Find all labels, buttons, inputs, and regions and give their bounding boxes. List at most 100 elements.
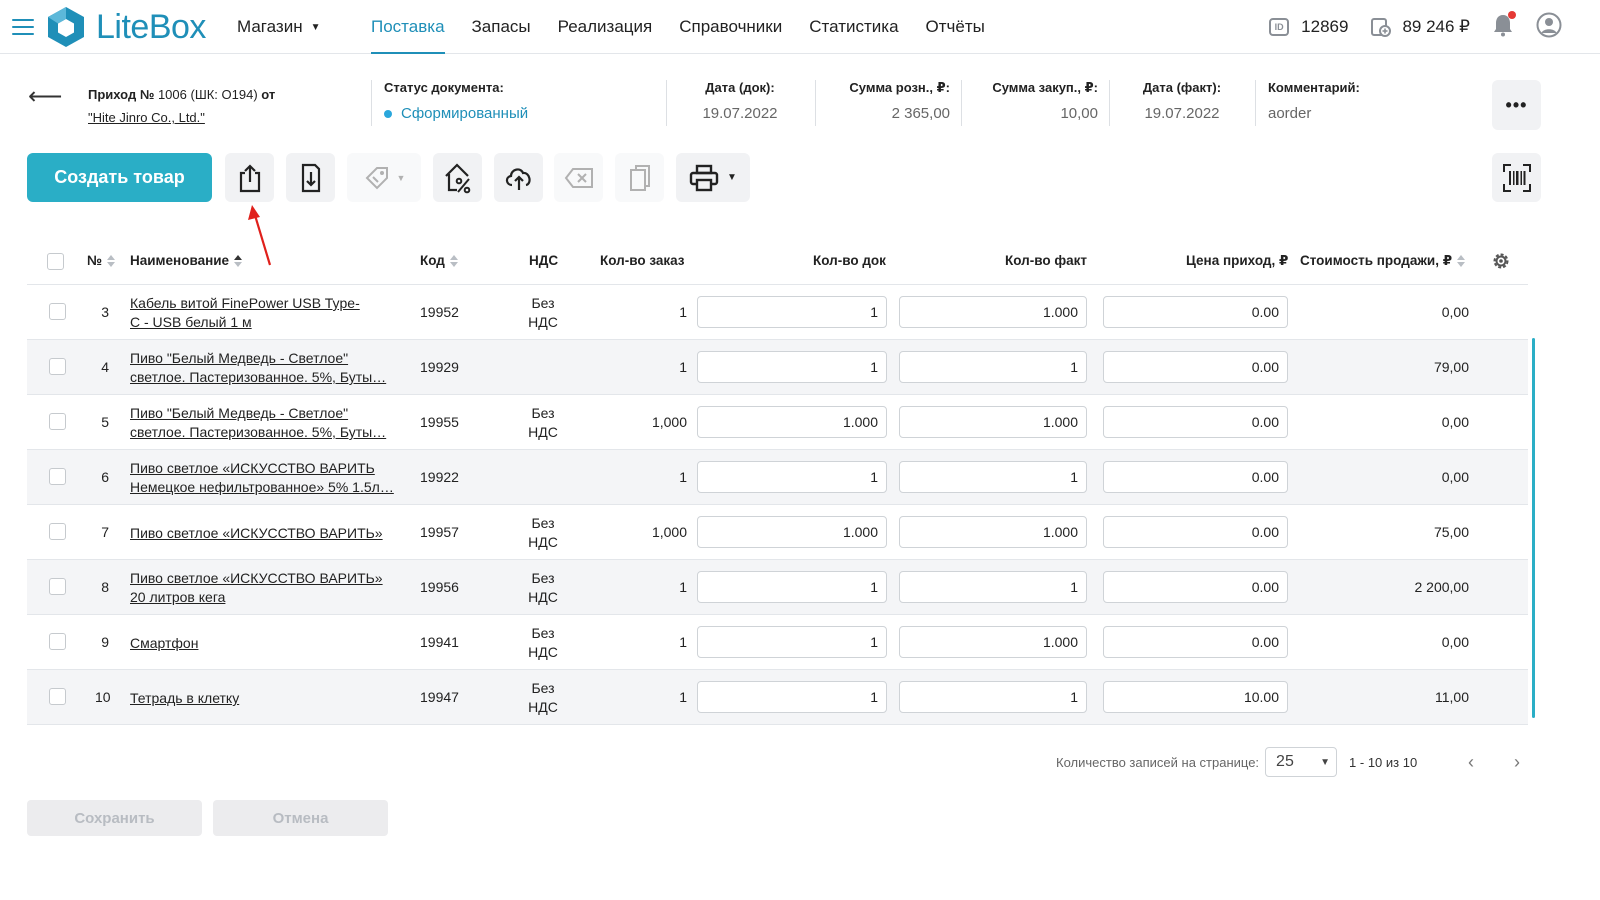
scrollbar[interactable] [1532,338,1535,718]
cell-num: 3 [101,304,109,320]
backspace-icon [564,167,593,188]
table-row: 10 Тетрадь в клетку 19947 Без НДС 1 1 1 10.00 11,… [27,670,1528,725]
qty-doc-input[interactable]: 1.000 [697,516,887,548]
nav-references[interactable]: Справочники [679,0,782,54]
barcode-scan-button[interactable] [1492,153,1541,202]
price-in-input[interactable]: 0.00 [1103,516,1288,548]
qty-fact-input[interactable]: 1 [899,571,1087,603]
nav-sales[interactable]: Реализация [558,0,653,54]
nav-stock[interactable]: Запасы [472,0,531,54]
qty-fact-input[interactable]: 1.000 [899,406,1087,438]
select-all-checkbox[interactable] [47,253,64,270]
save-button[interactable]: Сохранить [27,800,202,836]
notifications-button[interactable] [1492,10,1516,42]
supplier-link[interactable]: "Hite Jinro Co., Ltd." [88,110,205,125]
table-settings-button[interactable] [1491,251,1511,271]
cell-qty-order: 1 [679,469,687,485]
qty-doc-input[interactable]: 1 [697,681,887,713]
cell-vat: Без НДС [517,514,569,552]
back-arrow-icon[interactable]: ⟵ [28,82,62,111]
col-name[interactable]: Наименование [130,253,243,268]
qty-fact-input[interactable]: 1.000 [899,626,1087,658]
row-checkbox[interactable] [49,413,66,430]
prev-page-icon[interactable]: ‹ [1468,752,1474,773]
doc-title-prefix: Приход № [88,87,155,102]
row-checkbox[interactable] [49,358,66,375]
copy-button[interactable] [615,153,664,202]
nav-supply[interactable]: Поставка [371,0,445,54]
print-button[interactable]: ▼ [676,153,750,202]
qty-fact-input[interactable]: 1.000 [899,296,1087,328]
more-actions-button[interactable]: ••• [1492,80,1541,130]
qty-doc-input[interactable]: 1 [697,461,887,493]
cell-qty-order: 1 [679,689,687,705]
profile-button[interactable] [1536,12,1562,43]
price-in-input[interactable]: 0.00 [1103,351,1288,383]
name-line-2: светлое. Пастеризованное. 5%, Буты… [130,424,387,440]
row-checkbox[interactable] [49,523,66,540]
chevron-down-icon: ▼ [727,172,737,183]
import-button[interactable] [286,153,335,202]
col-code-label: Код [420,253,445,268]
qty-doc-input[interactable]: 1 [697,571,887,603]
next-page-icon[interactable]: › [1514,752,1520,773]
row-checkbox[interactable] [49,303,66,320]
cell-num: 8 [101,579,109,595]
row-checkbox[interactable] [49,578,66,595]
qty-doc-input[interactable]: 1 [697,626,887,658]
cell-name-link[interactable]: Кабель витой FinePower USB Type- C - USB … [130,294,415,332]
cell-name-link[interactable]: Пиво "Белый Медведь - Светлое" светлое. П… [130,349,415,387]
wallet-icon [1371,18,1392,37]
qty-doc-input[interactable]: 1 [697,296,887,328]
name-line-1: Кабель витой FinePower USB Type- [130,295,360,311]
name-line-1: Пиво светлое «ИСКУССТВО ВАРИТЬ» [130,570,383,586]
create-product-button[interactable]: Создать товар [27,153,212,202]
price-in-input[interactable]: 0.00 [1103,296,1288,328]
qty-fact-input[interactable]: 1 [899,351,1087,383]
vat-line-2: НДС [528,699,558,715]
price-in-input[interactable]: 0.00 [1103,461,1288,493]
cell-name-link[interactable]: Пиво "Белый Медведь - Светлое" светлое. П… [130,404,415,442]
price-in-input[interactable]: 10.00 [1103,681,1288,713]
price-in-input[interactable]: 0.00 [1103,626,1288,658]
cell-vat: Без НДС [517,404,569,442]
pagination: Количество записей на странице: 25 ▼ 1 -… [1056,747,1417,777]
price-in-input[interactable]: 0.00 [1103,571,1288,603]
price-in-input[interactable]: 0.00 [1103,406,1288,438]
qty-doc-input[interactable]: 1.000 [697,406,887,438]
cell-code: 19952 [420,304,459,320]
export-button[interactable] [225,153,274,202]
upload-cloud-button[interactable] [494,153,543,202]
cell-name-link[interactable]: Пиво светлое «ИСКУССТВО ВАРИТЬ Немецкое н… [130,459,415,497]
col-num-label: № [87,253,103,268]
price-tag-button[interactable]: ▼ [347,153,421,202]
cell-name-link[interactable]: Пиво светлое «ИСКУССТВО ВАРИТЬ» 20 литров… [130,569,415,607]
qty-fact-input[interactable]: 1 [899,681,1087,713]
cell-code: 19955 [420,414,459,430]
per-page-select[interactable]: 25 ▼ [1265,747,1338,777]
name-line-1: Пиво "Белый Медведь - Светлое" [130,350,349,366]
cancel-button[interactable]: Отмена [213,800,388,836]
sum-purchase-block: Сумма закуп., ₽: 10,00 [972,80,1098,122]
cloud-upload-icon [505,167,531,190]
col-sale-cost[interactable]: Стоимость продажи, ₽ [1300,253,1466,269]
col-num[interactable]: № [87,253,116,268]
cell-name-link[interactable]: Смартфон [130,634,415,653]
delete-button[interactable] [554,153,603,202]
logo[interactable]: LiteBox [44,5,206,49]
markup-button[interactable] [433,153,482,202]
qty-doc-input[interactable]: 1 [697,351,887,383]
row-checkbox[interactable] [49,688,66,705]
qty-fact-input[interactable]: 1.000 [899,516,1087,548]
qty-fact-input[interactable]: 1 [899,461,1087,493]
cell-name-link[interactable]: Тетрадь в клетку [130,689,415,708]
row-checkbox[interactable] [49,468,66,485]
store-selector[interactable]: Магазин ▼ [237,17,320,37]
menu-icon[interactable] [12,19,34,35]
cell-name-link[interactable]: Пиво светлое «ИСКУССТВО ВАРИТЬ» [130,524,415,543]
sum-purchase-label: Сумма закуп., ₽: [992,80,1098,95]
row-checkbox[interactable] [49,633,66,650]
col-code[interactable]: Код [420,253,458,268]
nav-statistics[interactable]: Статистика [809,0,898,54]
nav-reports[interactable]: Отчёты [926,0,985,54]
